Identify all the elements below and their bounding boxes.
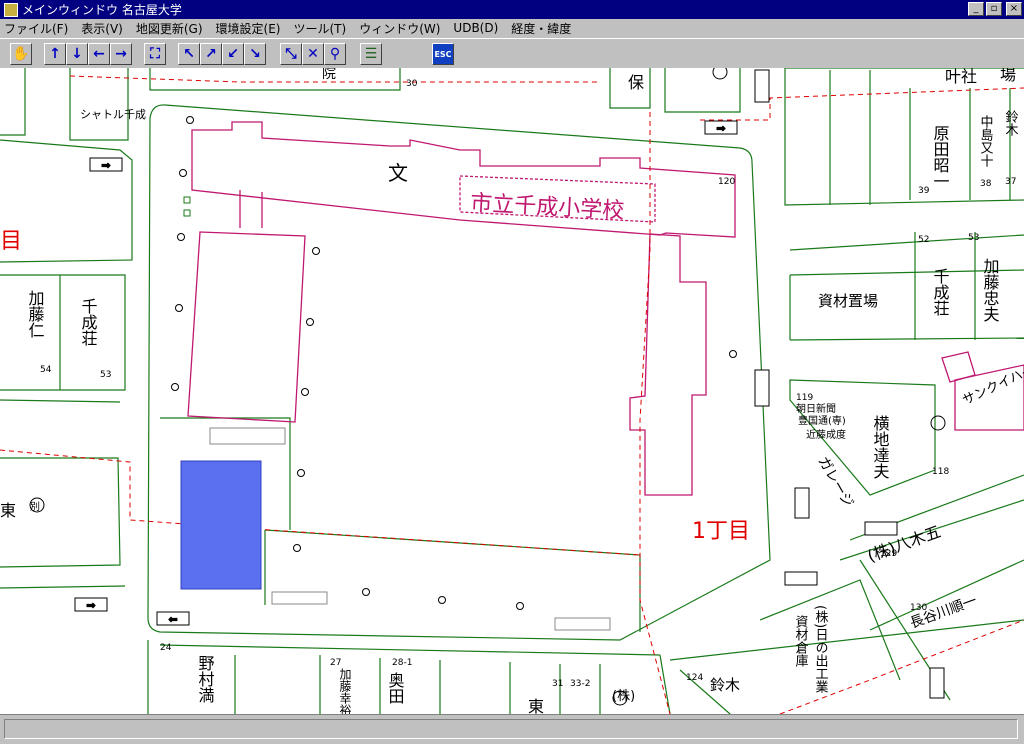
status-bar (0, 714, 1024, 744)
higashi-left-label: 東 (0, 501, 16, 520)
school-symbol: 文 (388, 161, 408, 185)
kato-tadao-label: 加藤忠夫 (981, 258, 1000, 322)
menu-map-update[interactable]: 地図更新(G) (136, 20, 203, 37)
lot-number: 52 (918, 235, 929, 245)
lot-number: 27 (330, 658, 341, 668)
menu-bar: ファイル(F) 表示(V) 地図更新(G) 環境設定(E) ツール(T) ウィン… (0, 19, 1024, 37)
block-outlines (0, 68, 1024, 714)
school-name: 市立千成小学校 (470, 191, 625, 224)
shizai-k-label: 資材倉庫 (793, 615, 809, 667)
arrow-left-icon[interactable]: ← (88, 43, 110, 65)
map-canvas[interactable]: ⇒ ⇒ ⇒ ⇐ 市立千成小学校 文 1丁目 目 シャトル千成 資材置場 ガレージ… (0, 68, 1024, 714)
svg-text:⇐: ⇐ (168, 613, 177, 626)
window-controls: _ ▫ × (968, 2, 1022, 16)
nishida-label: (株)日の出工業 (813, 605, 829, 694)
zoom-out-icon[interactable]: ✕ (302, 43, 324, 65)
window-title: メインウィンドウ 名古屋大学 (22, 3, 182, 17)
asahi-label: 朝日新聞 (796, 402, 836, 415)
lot-number: 33-2 (570, 679, 590, 689)
lot-number: 24 (160, 643, 172, 653)
maximize-button[interactable]: ▫ (986, 2, 1002, 16)
kato-jin-label: 加藤仁 (26, 290, 45, 338)
okuda-label: 奥田 (386, 672, 405, 704)
lot-number: 38 (980, 179, 992, 189)
lot-number: 53 (100, 370, 111, 380)
arrow-down-left-icon[interactable]: ↙ (222, 43, 244, 65)
minimize-button[interactable]: _ (968, 2, 984, 16)
harada-label: 原田昭一 (931, 125, 950, 189)
lot-number: 54 (40, 365, 52, 375)
senari-so-left-label: 千成荘 (79, 298, 98, 346)
lot-number: 53 (968, 233, 979, 243)
chome-label-right: 1丁目 (692, 519, 750, 544)
fit-view-icon[interactable]: ⛶ (144, 43, 166, 65)
lot-number: 120 (718, 177, 735, 187)
chome-label-left: 目 (0, 229, 22, 254)
menu-udb[interactable]: UDB(D) (453, 21, 498, 35)
toolbar: ✋ ↑ ↓ ← → ⛶ ↖ ↗ ↙ ↘ ⤡ ✕ ⚲ ☰ ESC (0, 38, 1024, 68)
close-button[interactable]: × (1006, 2, 1022, 16)
markers (183, 196, 191, 217)
nakajima-label: 中島又十 (978, 115, 994, 167)
menu-window[interactable]: ウィンドウ(W) (359, 20, 440, 37)
map-view[interactable]: ⇒ ⇒ ⇒ ⇐ 市立千成小学校 文 1丁目 目 シャトル千成 資材置場 ガレージ… (0, 68, 1024, 714)
menu-view[interactable]: 表示(V) (81, 20, 123, 37)
shuttle-label: シャトル千成 (80, 108, 146, 121)
kanoe-label: 叶社 (945, 68, 977, 86)
kondo-label: 近藤成度 (806, 428, 846, 441)
selected-area[interactable] (180, 460, 262, 590)
lot-number: 31 (552, 679, 563, 689)
special-symbols (29, 68, 946, 706)
arrow-up-icon[interactable]: ↑ (44, 43, 66, 65)
esc-button[interactable]: ESC (432, 43, 454, 65)
title-bar: メインウィンドウ 名古屋大学 _ ▫ × (0, 0, 1024, 19)
lot-number: 37 (1005, 177, 1016, 187)
senari-so-right-label: 千成荘 (931, 268, 950, 316)
zoom-in-icon[interactable]: ⤡ (280, 43, 302, 65)
small-structures (209, 427, 611, 631)
arrow-up-left-icon[interactable]: ↖ (178, 43, 200, 65)
oneway-arrows: ⇒ ⇒ ⇒ ⇐ (74, 69, 945, 699)
magnifier-icon[interactable]: ⚲ (324, 43, 346, 65)
lot-number: 130 (910, 603, 927, 613)
svg-text:⇒: ⇒ (716, 122, 725, 135)
lot-number: 129 (880, 549, 897, 559)
lot-number: 124 (686, 673, 703, 683)
toyokuni-label: 豊国通(専) (798, 414, 846, 427)
storage-yard-label: 資材置場 (818, 292, 878, 310)
menu-tools[interactable]: ツール(T) (293, 20, 346, 37)
lot-number: 118 (932, 467, 949, 477)
hand-icon[interactable]: ✋ (10, 43, 32, 65)
sunkyo-label: サンクイハイ (960, 362, 1024, 408)
menu-lonlat[interactable]: 経度・緯度 (511, 20, 571, 37)
higashi-bottom-label: 東 (528, 697, 544, 714)
svg-text:⇒: ⇒ (86, 599, 95, 612)
menu-settings[interactable]: 環境設定(E) (216, 20, 281, 37)
suzuki-bottom-label: 鈴木 (710, 676, 740, 694)
nomura-label: 野村満 (196, 655, 215, 704)
kabu-label: (株) (612, 689, 635, 704)
garage-label: ガレージ (815, 454, 857, 510)
lot-number: 28-1 (392, 658, 412, 668)
lot-number: 39 (918, 186, 930, 196)
lot-number: 30 (406, 79, 418, 89)
arrow-up-right-icon[interactable]: ↗ (200, 43, 222, 65)
hoken-label: 保 (628, 73, 644, 92)
svg-text:⇒: ⇒ (101, 159, 110, 172)
app-icon (4, 2, 18, 17)
school-buildings (187, 121, 1024, 496)
suzuki-label: 鈴木 (1003, 110, 1019, 136)
status-panel (4, 719, 1018, 739)
lot-number: 119 (796, 393, 813, 403)
yokochi-label: 横地達夫 (871, 415, 890, 479)
in-label: 院 (322, 68, 336, 82)
kato-bottom-label: 加藤幸裕 (338, 668, 352, 714)
arrow-down-right-icon[interactable]: ↘ (244, 43, 266, 65)
arrow-down-icon[interactable]: ↓ (66, 43, 88, 65)
arrow-right-icon[interactable]: → (110, 43, 132, 65)
layer-icon[interactable]: ☰ (360, 43, 382, 65)
ba-label: 場 (1000, 68, 1016, 84)
menu-file[interactable]: ファイル(F) (4, 20, 68, 37)
